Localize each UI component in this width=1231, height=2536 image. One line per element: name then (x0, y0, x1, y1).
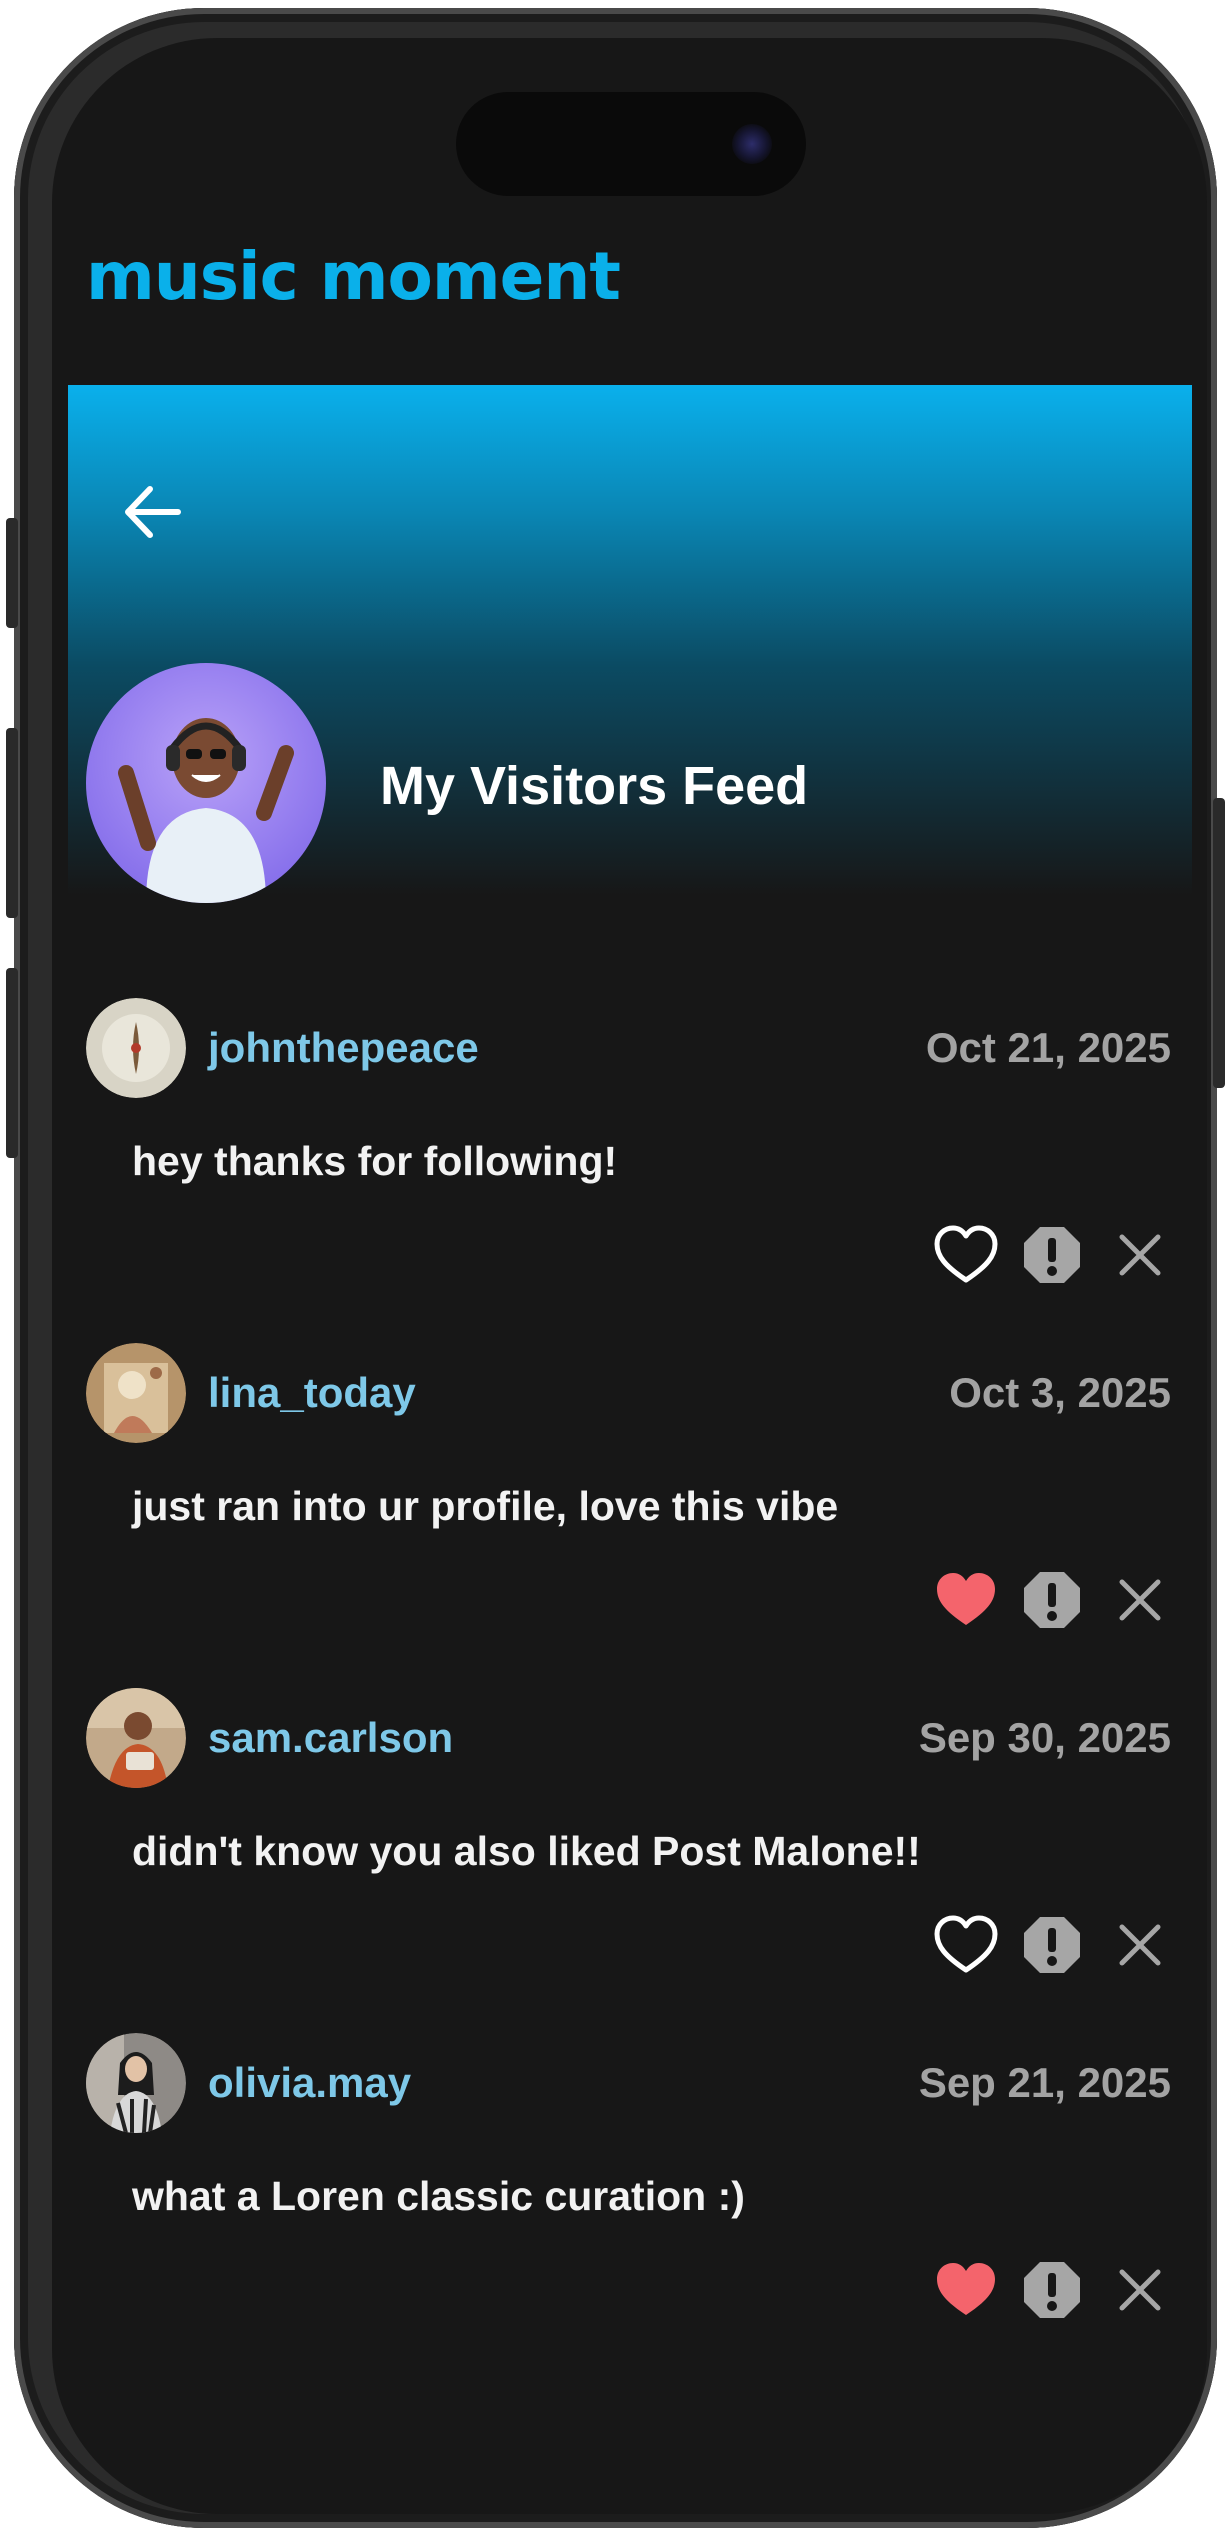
feed-post: olivia.may Sep 21, 2025 what a Loren cla… (52, 2033, 1207, 2378)
report-button[interactable] (1017, 2255, 1087, 2325)
post-actions (931, 1565, 1171, 1635)
close-icon (1119, 1924, 1161, 1966)
dynamic-island (456, 92, 806, 196)
post-actions (931, 1220, 1171, 1290)
dismiss-button[interactable] (1105, 2255, 1175, 2325)
profile-avatar[interactable] (86, 663, 326, 903)
username-link[interactable]: lina_today (208, 1369, 416, 1417)
avatar-image (86, 998, 186, 1098)
arrow-left-icon (125, 486, 181, 538)
power-button (1213, 798, 1225, 1088)
like-button[interactable] (931, 1565, 1001, 1635)
back-button[interactable] (118, 477, 188, 547)
dismiss-button[interactable] (1105, 1910, 1175, 1980)
post-actions (931, 2255, 1171, 2325)
report-icon (1024, 2262, 1080, 2318)
page-title: My Visitors Feed (380, 756, 809, 816)
post-date: Oct 21, 2025 (925, 1024, 1171, 1071)
close-icon (1119, 2269, 1161, 2311)
visitors-feed: johnthepeace Oct 21, 2025 hey thanks for… (52, 998, 1207, 2378)
report-button[interactable] (1017, 1220, 1087, 1290)
username-link[interactable]: johnthepeace (208, 1024, 479, 1072)
report-icon (1024, 1917, 1080, 1973)
profile-header: My Visitors Feed (68, 385, 1192, 903)
avatar-image (86, 1343, 186, 1443)
user-avatar[interactable] (86, 1343, 186, 1443)
avatar-image (86, 2033, 186, 2133)
username-link[interactable]: olivia.may (208, 2059, 411, 2107)
post-date: Oct 3, 2025 (949, 1369, 1171, 1416)
feed-post: lina_today Oct 3, 2025 just ran into ur … (52, 1343, 1207, 1688)
post-message: hey thanks for following! (132, 1138, 618, 1184)
close-icon (1119, 1234, 1161, 1276)
action-button (6, 518, 18, 628)
volume-up-button (6, 728, 18, 918)
report-button[interactable] (1017, 1910, 1087, 1980)
user-avatar[interactable] (86, 1688, 186, 1788)
app-logo: music moment (86, 238, 621, 315)
username-link[interactable]: sam.carlson (208, 1714, 453, 1762)
feed-post: johnthepeace Oct 21, 2025 hey thanks for… (52, 998, 1207, 1343)
post-message: didn't know you also liked Post Malone!! (132, 1828, 921, 1874)
camera-icon (732, 124, 772, 164)
post-actions (931, 1910, 1171, 1980)
phone-frame: music moment My Visitors Feed johnthepea… (6, 8, 1225, 2528)
like-button[interactable] (931, 2255, 1001, 2325)
dismiss-button[interactable] (1105, 1565, 1175, 1635)
heart-outline-icon (934, 1915, 998, 1973)
heart-outline-icon (934, 1225, 998, 1283)
post-date: Sep 21, 2025 (918, 2059, 1171, 2106)
report-button[interactable] (1017, 1565, 1087, 1635)
screen: music moment My Visitors Feed johnthepea… (52, 38, 1207, 2514)
like-button[interactable] (931, 1220, 1001, 1290)
user-avatar[interactable] (86, 2033, 186, 2133)
post-message: just ran into ur profile, love this vibe (132, 1483, 839, 1529)
avatar-image (86, 1688, 186, 1788)
avatar-illustration (118, 718, 294, 903)
post-message: what a Loren classic curation :) (132, 2173, 745, 2219)
heart-filled-icon (937, 2263, 995, 2315)
like-button[interactable] (931, 1910, 1001, 1980)
user-avatar[interactable] (86, 998, 186, 1098)
close-icon (1119, 1579, 1161, 1621)
heart-filled-icon (937, 1573, 995, 1625)
report-icon (1024, 1227, 1080, 1283)
post-date: Sep 30, 2025 (918, 1714, 1171, 1761)
volume-down-button (6, 968, 18, 1158)
dismiss-button[interactable] (1105, 1220, 1175, 1290)
feed-post: sam.carlson Sep 30, 2025 didn't know you… (52, 1688, 1207, 2033)
report-icon (1024, 1572, 1080, 1628)
